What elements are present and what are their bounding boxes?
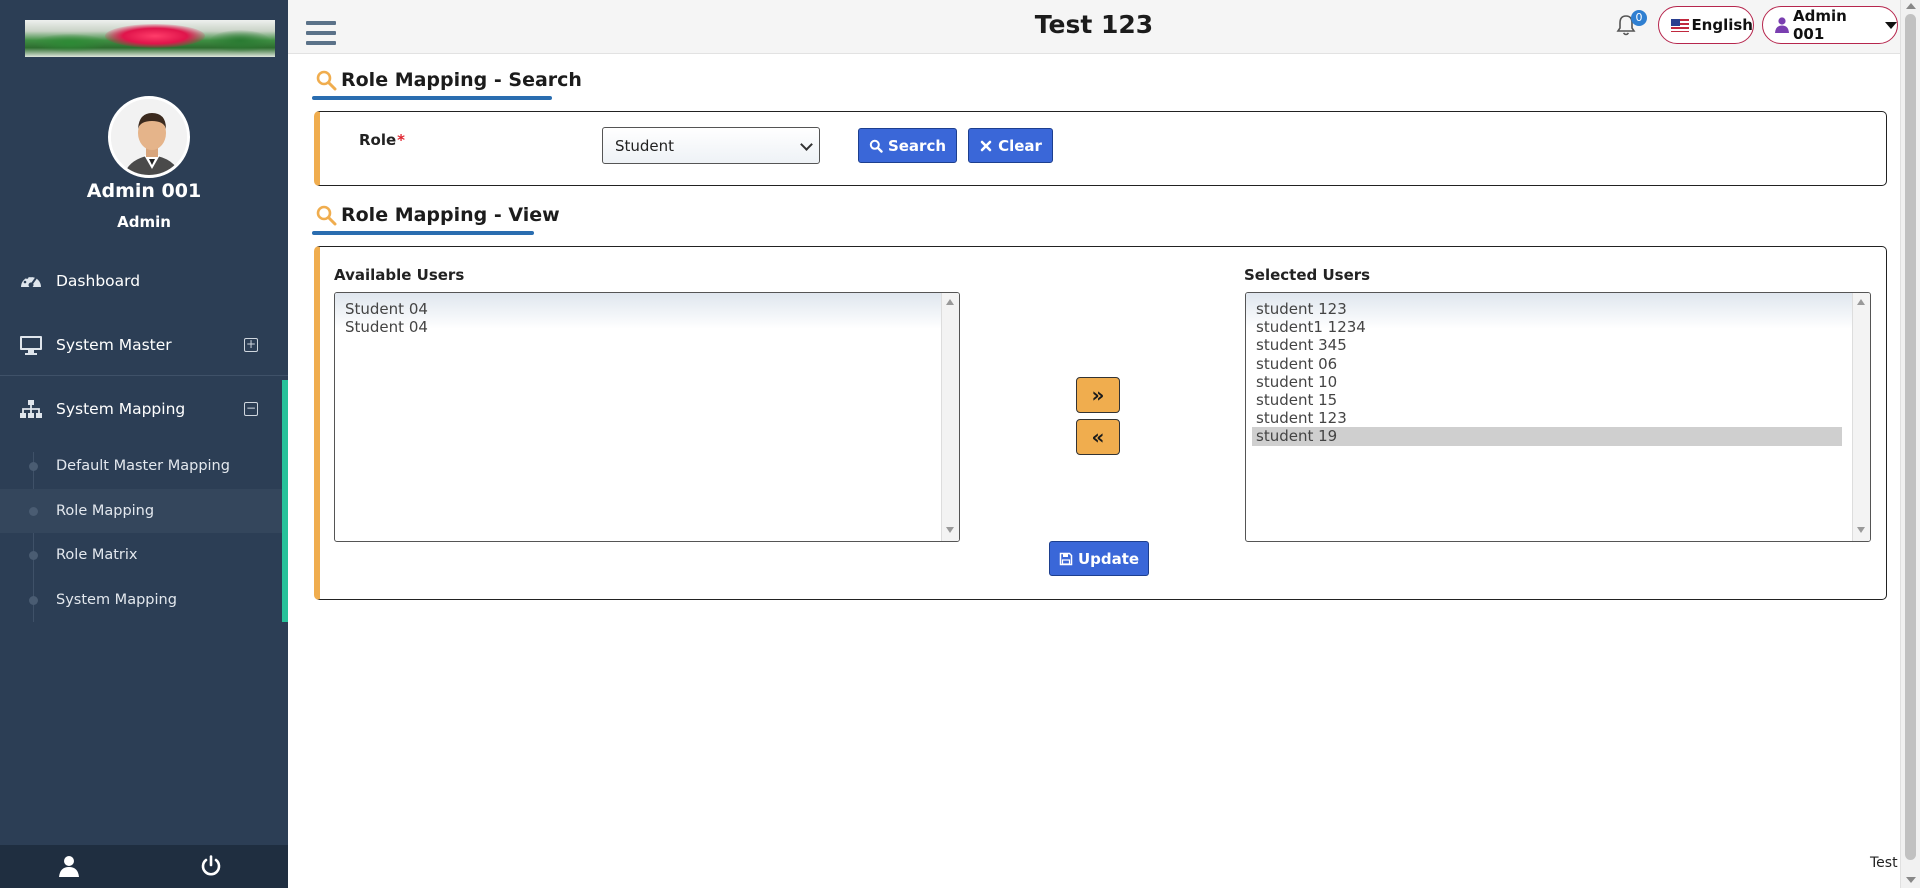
search-button[interactable]: Search bbox=[858, 128, 957, 163]
bullet-icon bbox=[29, 461, 38, 471]
sitemap-icon bbox=[18, 398, 44, 420]
bullet-icon bbox=[29, 506, 38, 516]
user-menu-label: Admin 001 bbox=[1793, 7, 1847, 43]
list-item[interactable]: student 123 bbox=[1252, 409, 1842, 427]
section-title: Role Mapping - View bbox=[341, 204, 560, 226]
role-select[interactable]: Student bbox=[602, 127, 820, 164]
top-header: Test 123 0 English Admin 001 bbox=[288, 0, 1900, 54]
nav-label: System Master bbox=[56, 335, 172, 354]
available-users-list[interactable]: Student 04 Student 04 bbox=[334, 292, 960, 542]
collapse-icon[interactable]: − bbox=[244, 402, 258, 416]
sidebar-item-role-mapping[interactable]: Role Mapping bbox=[0, 489, 282, 533]
notification-badge: 0 bbox=[1631, 10, 1647, 26]
list-scrollbar[interactable] bbox=[941, 293, 959, 541]
role-select-value: Student bbox=[615, 136, 675, 155]
expand-icon[interactable]: + bbox=[244, 337, 258, 352]
section-heading-view: Role Mapping - View bbox=[315, 204, 560, 226]
profile-role: Admin bbox=[117, 213, 171, 231]
move-left-button[interactable]: « bbox=[1076, 419, 1120, 455]
heading-underline bbox=[312, 96, 552, 100]
submenu-label: Role Mapping bbox=[56, 503, 155, 519]
list-item[interactable]: student 06 bbox=[1252, 355, 1842, 373]
clear-button-label: Clear bbox=[998, 136, 1042, 155]
us-flag-icon bbox=[1671, 18, 1690, 32]
dashboard-icon bbox=[18, 270, 44, 292]
language-label: English bbox=[1691, 16, 1753, 34]
list-item[interactable]: student 123 bbox=[1252, 300, 1842, 318]
section-title: Role Mapping - Search bbox=[341, 69, 582, 91]
submenu-label: Default Master Mapping bbox=[56, 458, 230, 474]
scroll-down-icon[interactable] bbox=[1857, 527, 1865, 533]
profile-name: Admin 001 bbox=[86, 180, 202, 202]
clear-button[interactable]: Clear bbox=[968, 128, 1053, 163]
footer-text: Test bbox=[1870, 855, 1898, 871]
scroll-down-icon[interactable] bbox=[1906, 877, 1916, 883]
chevron-down-icon bbox=[800, 138, 813, 151]
update-button[interactable]: Update bbox=[1049, 541, 1149, 576]
section-heading-search: Role Mapping - Search bbox=[315, 69, 582, 91]
list-item[interactable]: Student 04 bbox=[341, 300, 931, 318]
list-item-selected[interactable]: student 19 bbox=[1252, 427, 1842, 446]
scrollbar-thumb[interactable] bbox=[1905, 14, 1916, 860]
search-icon bbox=[315, 69, 337, 91]
move-right-button[interactable]: » bbox=[1076, 377, 1120, 413]
submenu-label: System Mapping bbox=[56, 592, 177, 608]
nav-item-system-master[interactable]: System Master + bbox=[0, 314, 288, 376]
list-scrollbar[interactable] bbox=[1852, 293, 1870, 541]
list-item[interactable]: Student 04 bbox=[341, 318, 931, 336]
search-icon bbox=[315, 204, 337, 226]
avatar bbox=[108, 96, 190, 178]
heading-underline bbox=[312, 231, 534, 235]
available-users-label: Available Users bbox=[334, 266, 465, 284]
user-profile-icon[interactable] bbox=[58, 855, 80, 877]
power-icon[interactable] bbox=[200, 855, 222, 877]
logo-banner bbox=[25, 20, 275, 57]
close-icon bbox=[979, 139, 993, 153]
list-item[interactable]: student 345 bbox=[1252, 336, 1842, 354]
selected-users-list[interactable]: student 123 student1 1234 student 345 st… bbox=[1245, 292, 1871, 542]
caret-down-icon bbox=[1885, 21, 1897, 29]
language-selector[interactable]: English bbox=[1658, 6, 1754, 44]
nav-label: System Mapping bbox=[56, 400, 186, 418]
sidebar-item-system-mapping[interactable]: System Mapping bbox=[0, 578, 282, 622]
nav-label: Dashboard bbox=[56, 272, 141, 290]
submenu-label: Role Matrix bbox=[56, 547, 138, 563]
active-menu-accent bbox=[282, 380, 288, 622]
sidebar: Admin 001 Admin Dashboard System Master … bbox=[0, 0, 288, 888]
search-panel bbox=[314, 111, 1887, 186]
save-icon bbox=[1059, 552, 1073, 566]
search-icon bbox=[869, 139, 883, 153]
scroll-up-icon[interactable] bbox=[946, 299, 954, 305]
role-label: Role* bbox=[359, 131, 405, 149]
monitor-icon bbox=[18, 334, 44, 356]
bullet-icon bbox=[29, 550, 38, 560]
update-button-label: Update bbox=[1077, 549, 1140, 568]
role-label-text: Role bbox=[359, 131, 397, 149]
selected-users-label: Selected Users bbox=[1244, 266, 1371, 284]
scroll-up-icon[interactable] bbox=[1857, 299, 1865, 305]
search-button-label: Search bbox=[887, 136, 947, 155]
user-icon bbox=[1775, 17, 1789, 33]
nav-item-dashboard[interactable]: Dashboard bbox=[0, 250, 288, 312]
list-item[interactable]: student 10 bbox=[1252, 373, 1842, 391]
scroll-up-icon[interactable] bbox=[1906, 3, 1916, 9]
bullet-icon bbox=[29, 595, 38, 605]
sidebar-item-default-master-mapping[interactable]: Default Master Mapping bbox=[0, 444, 282, 488]
page-scrollbar[interactable] bbox=[1900, 0, 1920, 888]
scroll-down-icon[interactable] bbox=[946, 527, 954, 533]
nav-item-system-mapping[interactable]: System Mapping − bbox=[0, 378, 288, 440]
list-item[interactable]: student 15 bbox=[1252, 391, 1842, 409]
required-mark: * bbox=[397, 131, 406, 149]
sidebar-item-role-matrix[interactable]: Role Matrix bbox=[0, 533, 282, 577]
sidebar-footer bbox=[0, 845, 288, 888]
list-item[interactable]: student1 1234 bbox=[1252, 318, 1842, 336]
user-menu[interactable]: Admin 001 bbox=[1762, 6, 1898, 44]
